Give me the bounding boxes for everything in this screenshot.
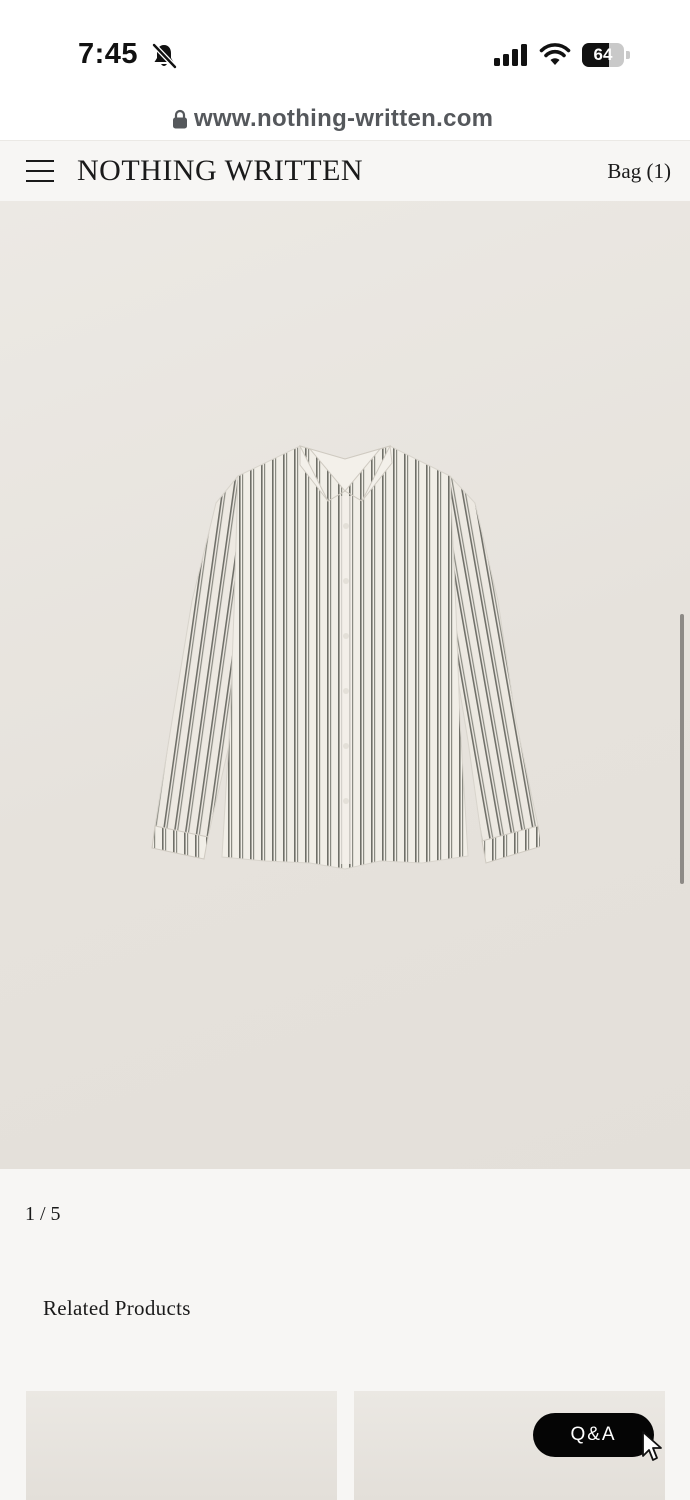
related-product-card[interactable] — [26, 1391, 337, 1500]
status-bar: 7:45 64 — [0, 0, 690, 100]
brand-logo[interactable]: NOTHING WRITTEN — [77, 154, 363, 188]
scrollbar[interactable] — [680, 614, 684, 884]
cellular-signal-icon — [494, 44, 527, 66]
related-products-title: Related Products — [43, 1296, 191, 1320]
menu-line — [26, 180, 54, 182]
striped-shirt-image — [151, 445, 540, 870]
wifi-icon — [539, 43, 571, 65]
battery-level: 64 — [593, 45, 613, 64]
product-image[interactable] — [0, 201, 690, 1169]
menu-line — [26, 160, 54, 162]
qa-button[interactable]: Q&A — [533, 1413, 654, 1457]
battery-icon: 64 — [582, 43, 630, 67]
hamburger-menu-icon[interactable] — [26, 160, 54, 182]
bag-link[interactable]: Bag (1) — [607, 159, 671, 184]
image-counter: 1 / 5 — [25, 1203, 61, 1225]
bell-slash-icon — [152, 43, 177, 69]
menu-line — [26, 170, 54, 172]
address-bar[interactable]: www.nothing-written.com — [0, 100, 690, 140]
status-time: 7:45 — [78, 38, 139, 70]
battery-tip — [626, 51, 630, 59]
pointer-cursor-icon — [642, 1431, 662, 1461]
url-text[interactable]: www.nothing-written.com — [194, 105, 493, 133]
lock-icon — [173, 109, 187, 129]
battery-body: 64 — [582, 43, 624, 67]
site-header: NOTHING WRITTEN Bag (1) — [0, 140, 690, 202]
